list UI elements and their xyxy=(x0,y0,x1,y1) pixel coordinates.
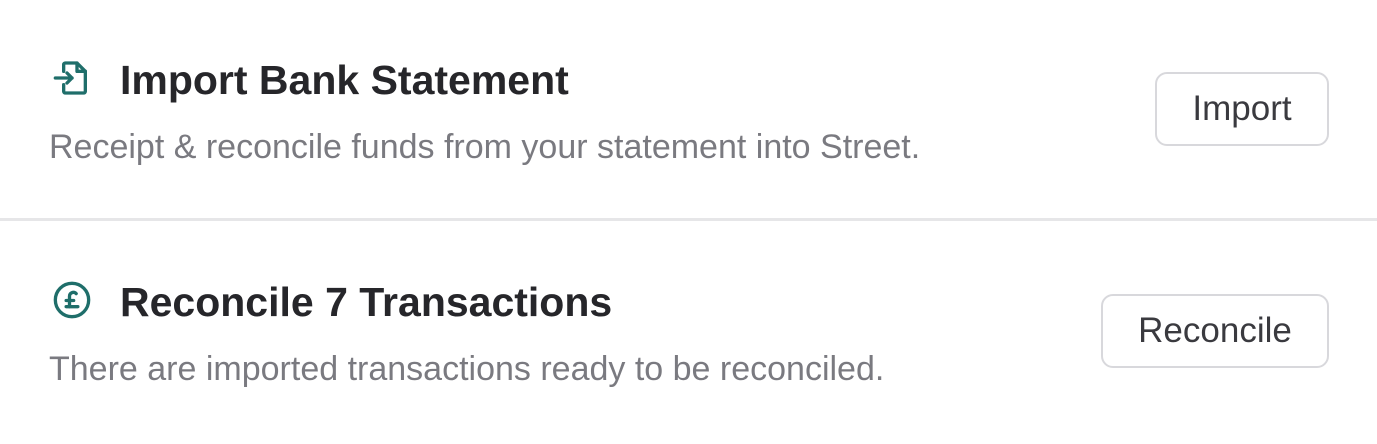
reconcile-transactions-description: There are imported transactions ready to… xyxy=(49,350,885,388)
import-statement-description: Receipt & reconcile funds from your stat… xyxy=(49,128,921,166)
import-statement-title: Import Bank Statement xyxy=(120,57,569,103)
import-button[interactable]: Import xyxy=(1155,72,1329,146)
reconcile-transactions-row: Reconcile 7 Transactions There are impor… xyxy=(0,221,1377,444)
import-statement-row: Import Bank Statement Receipt & reconcil… xyxy=(0,0,1377,218)
reconcile-button[interactable]: Reconcile xyxy=(1101,294,1329,368)
file-import-icon xyxy=(50,56,94,100)
pound-circle-icon xyxy=(50,278,94,322)
reconcile-transactions-title: Reconcile 7 Transactions xyxy=(120,279,613,325)
bank-tasks-panel: Import Bank Statement Receipt & reconcil… xyxy=(0,0,1377,444)
